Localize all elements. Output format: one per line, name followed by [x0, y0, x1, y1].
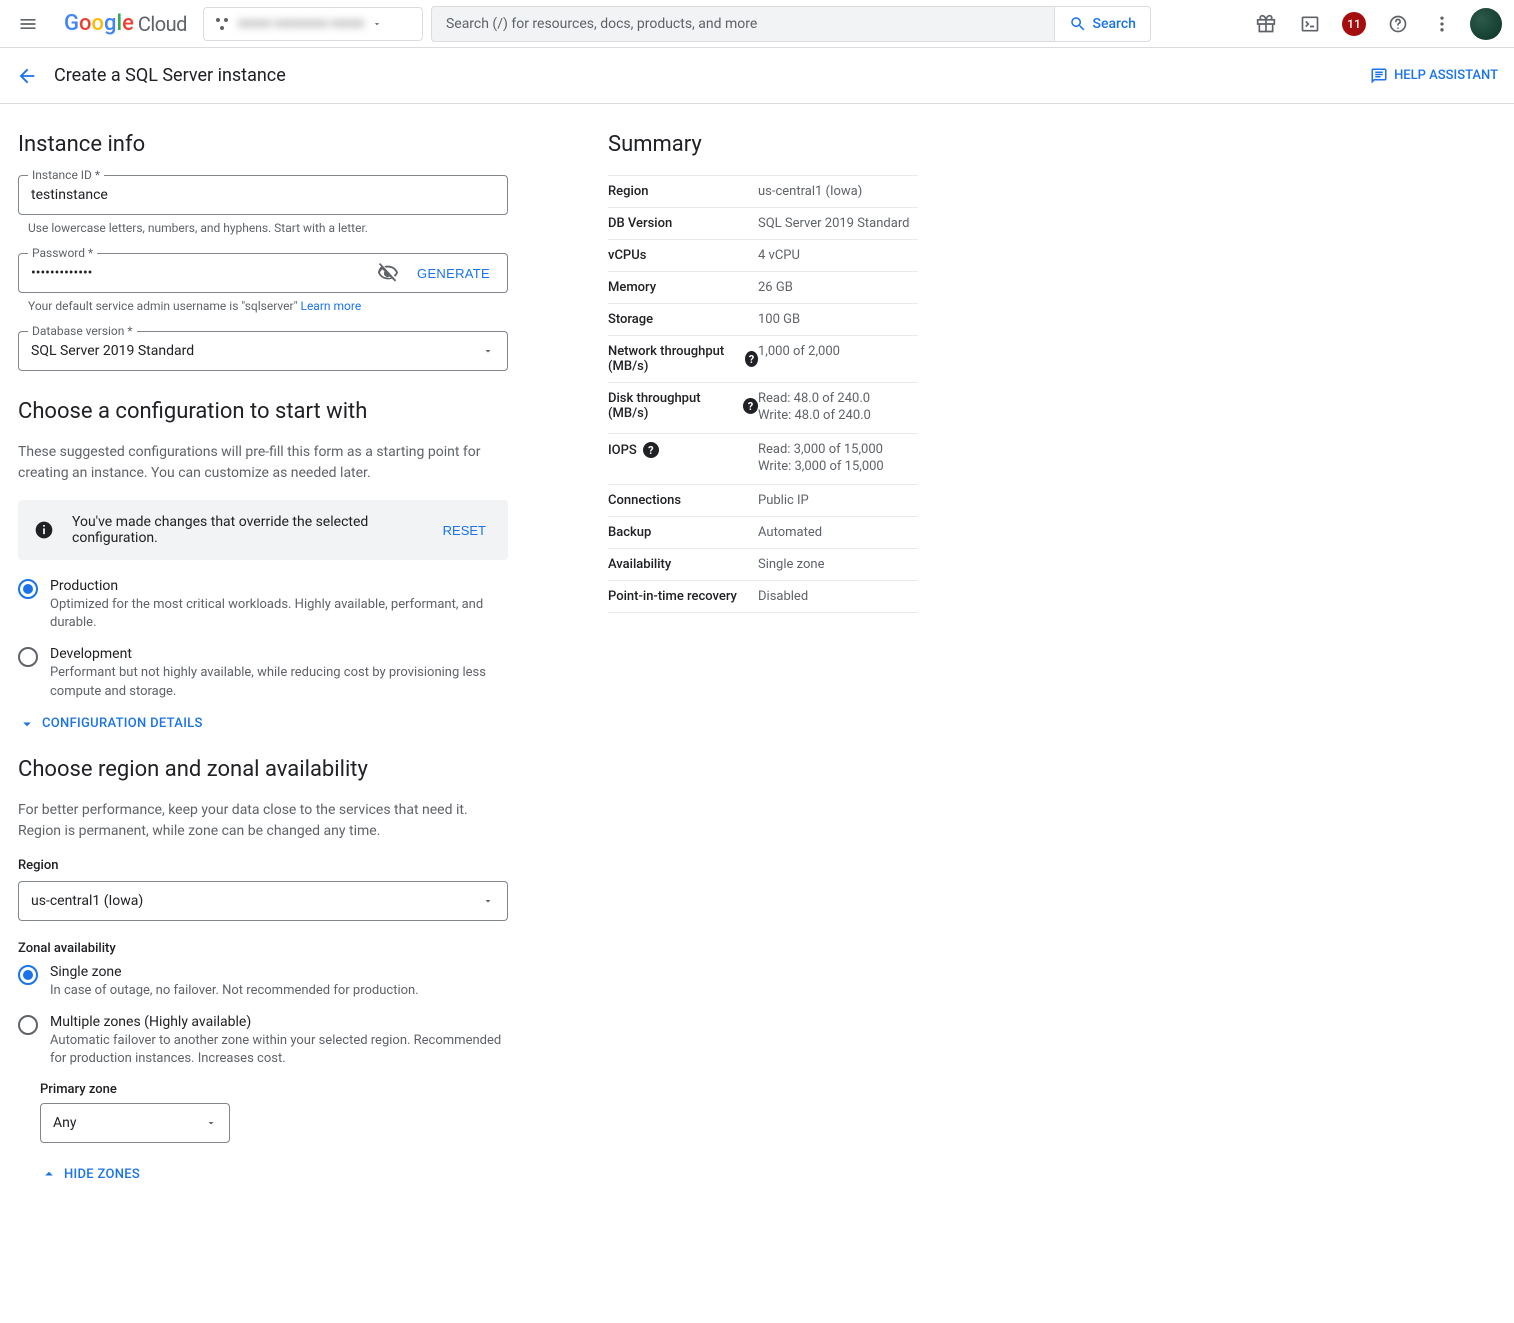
- primary-zone-value: Any: [53, 1115, 77, 1131]
- radio-icon[interactable]: [18, 965, 38, 985]
- primary-zone-label: Primary zone: [40, 1082, 508, 1097]
- instance-id-label: Instance ID *: [28, 168, 104, 182]
- summary-row-disk: Disk throughput (MB/s)? Read: 48.0 of 24…: [608, 383, 918, 434]
- info-icon: [34, 520, 54, 540]
- config-heading: Choose a configuration to start with: [18, 399, 508, 424]
- help-assistant-label: HELP ASSISTANT: [1394, 68, 1498, 83]
- project-icon: [214, 16, 230, 32]
- config-desc: These suggested configurations will pre-…: [18, 442, 508, 484]
- single-zone-desc: In case of outage, no failover. Not reco…: [50, 982, 419, 1000]
- hide-zones-toggle[interactable]: HIDE ZONES: [40, 1165, 508, 1183]
- config-details-toggle[interactable]: CONFIGURATION DETAILS: [18, 715, 508, 733]
- radio-icon[interactable]: [18, 1015, 38, 1035]
- help-assistant-button[interactable]: HELP ASSISTANT: [1370, 67, 1498, 85]
- avatar[interactable]: [1466, 4, 1506, 44]
- learn-more-link[interactable]: Learn more: [300, 299, 361, 313]
- search-placeholder: Search (/) for resources, docs, products…: [446, 16, 757, 32]
- multi-zone-option[interactable]: Multiple zones (Highly available) Automa…: [18, 1014, 508, 1068]
- search-icon: [1069, 15, 1087, 33]
- config-override-info: You've made changes that override the se…: [18, 500, 508, 560]
- zonal-label: Zonal availability: [18, 941, 508, 956]
- region-field[interactable]: [18, 881, 508, 921]
- summary-heading: Summary: [608, 132, 918, 157]
- single-zone-option[interactable]: Single zone In case of outage, no failov…: [18, 964, 508, 1000]
- search-wrapper: Search (/) for resources, docs, products…: [431, 6, 1151, 42]
- chat-icon: [1370, 67, 1388, 85]
- summary-row-dbversion: DB Version SQL Server 2019 Standard: [608, 208, 918, 240]
- config-override-msg: You've made changes that override the se…: [72, 514, 419, 546]
- summary-row-iops: IOPS? Read: 3,000 of 15,000 Write: 3,000…: [608, 434, 918, 485]
- gift-icon[interactable]: [1246, 4, 1286, 44]
- password-label: Password *: [28, 246, 97, 260]
- notifications-icon[interactable]: 11: [1334, 4, 1374, 44]
- development-title: Development: [50, 646, 508, 662]
- hide-zones-label: HIDE ZONES: [64, 1167, 140, 1182]
- summary-panel: Summary Region us-central1 (Iowa) DB Ver…: [608, 124, 918, 1207]
- main-content: Instance info Instance ID * Use lowercas…: [0, 104, 1170, 1247]
- config-production-option[interactable]: Production Optimized for the most critic…: [18, 578, 508, 632]
- region-desc: For better performance, keep your data c…: [18, 800, 508, 842]
- back-arrow-icon[interactable]: [16, 65, 38, 87]
- multi-zone-title: Multiple zones (Highly available): [50, 1014, 508, 1030]
- summary-row-pitr: Point-in-time recovery Disabled: [608, 581, 918, 613]
- summary-row-availability: Availability Single zone: [608, 549, 918, 581]
- cloud-shell-icon[interactable]: [1290, 4, 1330, 44]
- generate-password-button[interactable]: GENERATE: [411, 265, 496, 282]
- instance-id-field: Instance ID *: [18, 175, 508, 215]
- page-title: Create a SQL Server instance: [54, 65, 286, 86]
- visibility-off-icon[interactable]: [377, 262, 399, 284]
- help-dot-icon[interactable]: ?: [743, 398, 758, 414]
- chevron-down-icon: [205, 1117, 217, 1129]
- logo-suffix: Cloud: [138, 12, 187, 36]
- reset-button[interactable]: RESET: [437, 522, 492, 539]
- region-label: Region: [18, 858, 508, 873]
- summary-row-storage: Storage 100 GB: [608, 304, 918, 336]
- chevron-down-icon: [372, 19, 382, 29]
- config-development-option[interactable]: Development Performant but not highly av…: [18, 646, 508, 700]
- project-name-blurred: xxxxx-xxxxxxxx-xxxxx: [238, 16, 365, 31]
- form-column: Instance info Instance ID * Use lowercas…: [18, 124, 508, 1207]
- primary-zone-wrap: Primary zone Any: [40, 1082, 508, 1143]
- instance-id-hint: Use lowercase letters, numbers, and hyph…: [28, 221, 508, 235]
- summary-row-connections: Connections Public IP: [608, 485, 918, 517]
- help-dot-icon[interactable]: ?: [745, 351, 758, 367]
- region-heading: Choose region and zonal availability: [18, 757, 508, 782]
- multi-zone-desc: Automatic failover to another zone withi…: [50, 1032, 508, 1068]
- project-picker[interactable]: xxxxx-xxxxxxxx-xxxxx: [203, 7, 423, 41]
- google-cloud-logo[interactable]: Google Cloud: [56, 11, 195, 36]
- notification-count: 11: [1342, 12, 1366, 36]
- production-desc: Optimized for the most critical workload…: [50, 596, 508, 632]
- summary-row-backup: Backup Automated: [608, 517, 918, 549]
- region-select[interactable]: [18, 881, 508, 921]
- help-dot-icon[interactable]: ?: [643, 442, 659, 458]
- summary-row-region: Region us-central1 (Iowa): [608, 175, 918, 208]
- chevron-down-icon: [18, 715, 36, 733]
- primary-zone-select[interactable]: Any: [40, 1103, 230, 1143]
- db-version-label: Database version *: [28, 324, 137, 338]
- password-hint: Your default service admin username is "…: [28, 299, 508, 313]
- help-icon[interactable]: [1378, 4, 1418, 44]
- summary-row-network: Network throughput (MB/s)? 1,000 of 2,00…: [608, 336, 918, 383]
- search-input[interactable]: Search (/) for resources, docs, products…: [431, 6, 1054, 42]
- development-desc: Performant but not highly available, whi…: [50, 664, 508, 700]
- instance-info-heading: Instance info: [18, 132, 508, 157]
- password-field: Password * GENERATE: [18, 253, 508, 293]
- menu-icon[interactable]: [8, 4, 48, 44]
- top-bar: Google Cloud xxxxx-xxxxxxxx-xxxxx Search…: [0, 0, 1514, 48]
- config-details-label: CONFIGURATION DETAILS: [42, 716, 203, 731]
- radio-icon[interactable]: [18, 579, 38, 599]
- search-button[interactable]: Search: [1054, 6, 1151, 42]
- sub-header: Create a SQL Server instance HELP ASSIST…: [0, 48, 1514, 104]
- production-title: Production: [50, 578, 508, 594]
- more-icon[interactable]: [1422, 4, 1462, 44]
- db-version-field[interactable]: Database version *: [18, 331, 508, 371]
- topbar-right: 11: [1246, 4, 1506, 44]
- single-zone-title: Single zone: [50, 964, 419, 980]
- summary-row-vcpus: vCPUs 4 vCPU: [608, 240, 918, 272]
- chevron-up-icon: [40, 1165, 58, 1183]
- summary-row-memory: Memory 26 GB: [608, 272, 918, 304]
- search-button-label: Search: [1093, 16, 1136, 32]
- radio-icon[interactable]: [18, 647, 38, 667]
